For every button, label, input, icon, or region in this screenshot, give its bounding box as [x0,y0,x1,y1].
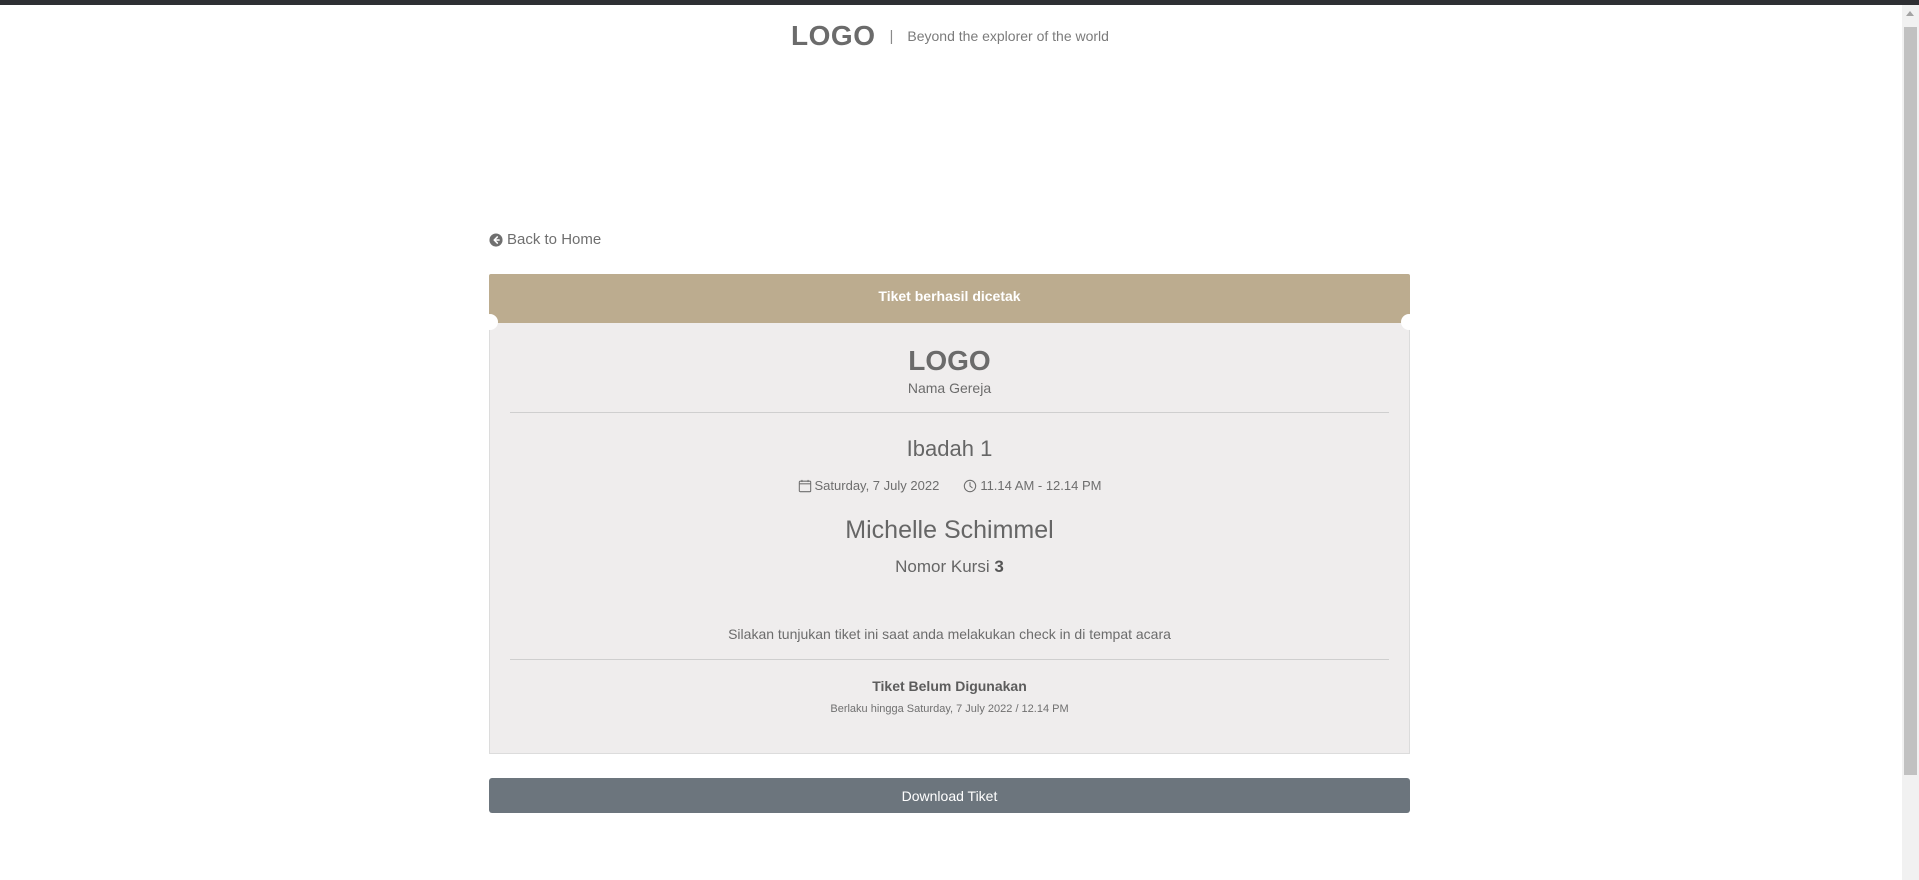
ticket-notch-left [482,314,498,330]
scrollbar-thumb[interactable] [1904,27,1917,775]
event-date-text: Saturday, 7 July 2022 [814,478,940,493]
back-to-home-label: Back to Home [507,231,602,248]
site-tagline: Beyond the explorer of the world [907,28,1109,44]
seat-number: 3 [994,557,1004,576]
ticket-divider-top [510,412,1389,413]
ticket-card: Tiket berhasil dicetak LOGO Nama Gereja … [482,274,1417,754]
attendee-name: Michelle Schimmel [845,516,1054,544]
event-name: Ibadah 1 [906,436,993,461]
event-date: Saturday, 7 July 2022 [798,478,940,493]
seat-info: Nomor Kursi 3 [490,557,1409,577]
clock-icon [964,479,977,492]
scroll-up-arrow-icon[interactable] [1906,11,1914,16]
calendar-icon [798,479,811,492]
header-separator: | [889,27,894,45]
ticket-body: LOGO Nama Gereja Ibadah 1 Saturday, 7 Ju… [482,314,1417,754]
event-time: 11.14 AM - 12.14 PM [963,478,1101,493]
event-time-text: 11.14 AM - 12.14 PM [980,478,1102,493]
ticket-validity: Berlaku hingga Saturday, 7 July 2022 / 1… [830,703,1069,715]
site-header: LOGO | Beyond the explorer of the world [0,20,1900,60]
ticket-status: Tiket Belum Digunakan [872,678,1027,694]
ticket-banner-text: Tiket berhasil dicetak [878,288,1021,304]
page-scrollbar[interactable] [1902,5,1919,880]
download-ticket-button[interactable]: Download Tiket [489,778,1410,813]
ticket-logo: LOGO [908,345,991,376]
ticket-banner: Tiket berhasil dicetak [489,274,1410,323]
back-to-home-link[interactable]: Back to Home [489,231,601,248]
ticket-notch-right [1401,314,1417,330]
site-logo[interactable]: LOGO [791,20,875,52]
event-meta: Saturday, 7 July 2022 11.14 AM - 12.14 P… [490,478,1409,493]
church-name: Nama Gereja [907,380,992,396]
check-in-instruction: Silakan tunjukan tiket ini saat anda mel… [728,626,1171,642]
arrow-circle-left-icon [489,232,503,247]
seat-label: Nomor Kursi [895,557,990,576]
browser-top-bar [0,0,1919,5]
ticket-divider-bottom [510,659,1389,660]
